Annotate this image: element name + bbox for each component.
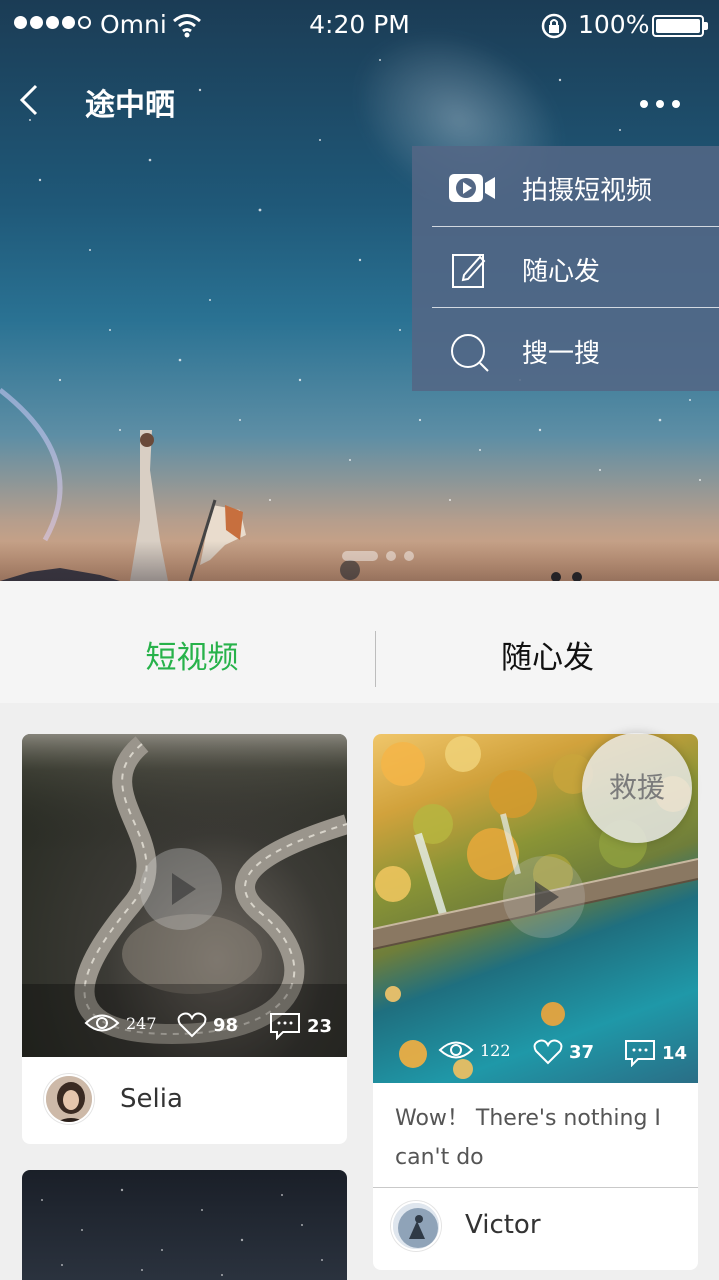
menu-item-label: 拍摄短视频 bbox=[522, 176, 653, 206]
avatar[interactable] bbox=[44, 1074, 94, 1124]
tab-free-post[interactable]: 随心发 bbox=[376, 581, 719, 703]
feed-card[interactable] bbox=[22, 1170, 347, 1280]
heart-icon[interactable] bbox=[533, 1039, 563, 1065]
comment-count: 23 bbox=[307, 1015, 333, 1037]
pager-dot-active[interactable] bbox=[342, 551, 378, 561]
pager-dot[interactable] bbox=[386, 551, 396, 561]
battery-icon bbox=[652, 15, 708, 37]
night-sky-image bbox=[41, 1188, 323, 1276]
heart-icon[interactable] bbox=[177, 1012, 207, 1038]
view-count: 122 bbox=[480, 1040, 511, 1060]
play-button[interactable] bbox=[503, 856, 585, 938]
status-bar: Omni 4:20 PM 100% bbox=[0, 0, 719, 52]
play-button[interactable] bbox=[140, 848, 222, 930]
comment-icon[interactable] bbox=[624, 1039, 656, 1067]
tab-short-video[interactable]: 短视频 bbox=[12, 581, 372, 703]
author-name[interactable]: Victor bbox=[465, 1210, 541, 1240]
rescue-button[interactable]: 救援 bbox=[582, 733, 692, 843]
eye-icon bbox=[438, 1041, 474, 1059]
card-author[interactable]: Victor bbox=[373, 1188, 698, 1270]
rotation-lock-icon bbox=[541, 13, 567, 39]
carousel-pager[interactable] bbox=[342, 551, 414, 561]
horizon-shade bbox=[0, 541, 719, 581]
edit-icon bbox=[452, 254, 486, 288]
comment-icon[interactable] bbox=[269, 1012, 301, 1040]
avatar[interactable] bbox=[391, 1201, 441, 1251]
menu-item-search[interactable]: 搜一搜 bbox=[412, 309, 719, 390]
more-options-icon[interactable] bbox=[640, 92, 690, 116]
comment-count: 14 bbox=[662, 1042, 688, 1064]
page-title: 途中晒 bbox=[85, 88, 175, 123]
pager-dot[interactable] bbox=[404, 551, 414, 561]
eye-icon bbox=[84, 1014, 120, 1032]
back-chevron-icon[interactable] bbox=[16, 80, 46, 120]
action-dropdown-menu: 拍摄短视频 随心发 搜一搜 bbox=[412, 146, 719, 391]
menu-item-label: 随心发 bbox=[522, 257, 601, 287]
author-name[interactable]: Selia bbox=[120, 1084, 183, 1114]
battery-percentage: 100% bbox=[578, 10, 650, 39]
menu-item-label: 搜一搜 bbox=[522, 339, 601, 369]
menu-item-post[interactable]: 随心发 bbox=[412, 227, 719, 308]
video-camera-icon bbox=[449, 174, 495, 202]
search-icon bbox=[451, 334, 489, 372]
like-count: 98 bbox=[213, 1014, 239, 1036]
card-author[interactable]: Selia bbox=[22, 1056, 347, 1144]
like-count: 37 bbox=[569, 1041, 595, 1063]
card-stats: 122 37 14 bbox=[373, 1039, 698, 1075]
tab-bar: 短视频 随心发 bbox=[0, 581, 719, 703]
view-count: 247 bbox=[126, 1013, 157, 1033]
feed-card[interactable]: 247 98 23 Selia bbox=[22, 734, 347, 1144]
card-stats: 247 98 23 bbox=[22, 1012, 347, 1048]
post-description: Wow！ There's nothing I can't do bbox=[395, 1106, 661, 1170]
menu-item-shoot-video[interactable]: 拍摄短视频 bbox=[412, 146, 719, 227]
